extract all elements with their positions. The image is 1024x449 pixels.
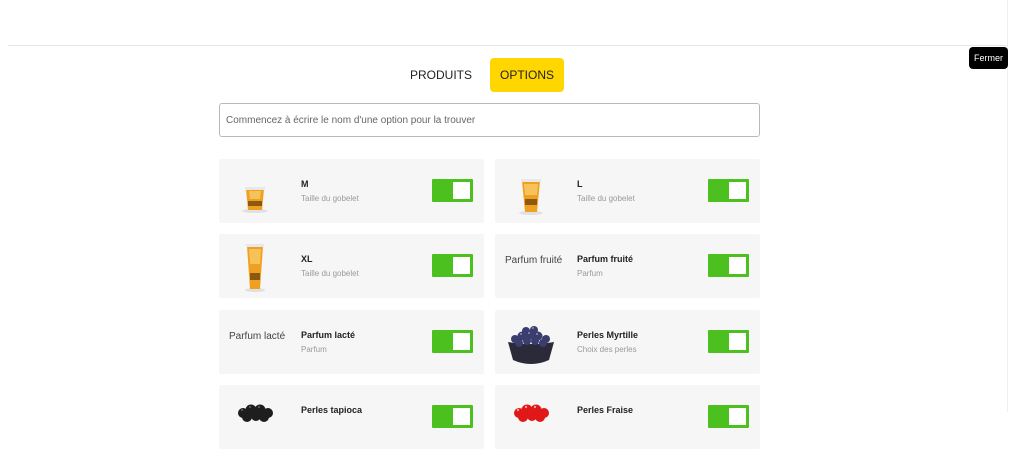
option-name: Perles Myrtille — [577, 330, 639, 340]
option-name: Perles tapioca — [301, 405, 363, 415]
header-divider — [8, 45, 1008, 46]
option-card: Perles tapioca — [219, 385, 484, 449]
option-name: M — [301, 179, 309, 189]
cup-large-image — [229, 240, 281, 292]
option-toggle[interactable] — [432, 179, 473, 202]
option-toggle[interactable] — [432, 330, 473, 353]
option-category: Taille du gobelet — [301, 194, 359, 203]
cup-medium-image — [505, 165, 557, 217]
option-toggle[interactable] — [708, 179, 749, 202]
tab-bar: PRODUITS OPTIONS — [400, 58, 565, 92]
option-toggle[interactable] — [432, 254, 473, 277]
option-category: Taille du gobelet — [577, 194, 635, 203]
option-name: Perles Fraise — [577, 405, 634, 415]
strawberry-pearls-image — [505, 391, 557, 443]
close-button[interactable]: Fermer — [969, 47, 1008, 69]
cup-small-image — [229, 165, 281, 217]
option-card: Parfum lacté Parfum lacté Parfum — [219, 310, 484, 374]
option-toggle[interactable] — [708, 405, 749, 428]
option-card: L Taille du gobelet — [495, 159, 760, 223]
option-category: Taille du gobelet — [301, 269, 359, 278]
broken-image-alt: Parfum fruité — [505, 255, 563, 266]
option-card: Parfum fruité Parfum fruité Parfum — [495, 234, 760, 298]
option-toggle[interactable] — [708, 254, 749, 277]
tab-options[interactable]: OPTIONS — [490, 58, 565, 92]
option-toggle[interactable] — [708, 330, 749, 353]
tapioca-pearls-image — [229, 391, 281, 443]
search-input[interactable] — [219, 103, 760, 137]
option-card: XL Taille du gobelet — [219, 234, 484, 298]
option-card: M Taille du gobelet — [219, 159, 484, 223]
option-card: Perles Fraise — [495, 385, 760, 449]
option-category: Choix des perles — [577, 345, 637, 354]
option-category: Parfum — [577, 269, 603, 278]
option-name: Parfum fruité — [577, 254, 634, 264]
page-scrollbar[interactable] — [1007, 0, 1024, 412]
option-name: Parfum lacté — [301, 330, 356, 340]
blueberry-pearls-image — [505, 316, 557, 368]
option-category: Parfum — [301, 345, 327, 354]
option-toggle[interactable] — [432, 405, 473, 428]
broken-image-alt: Parfum lacté — [229, 331, 286, 342]
option-name: XL — [301, 254, 313, 264]
tab-produits[interactable]: PRODUITS — [400, 58, 482, 92]
option-name: L — [577, 179, 583, 189]
option-card: Perles Myrtille Choix des perles — [495, 310, 760, 374]
